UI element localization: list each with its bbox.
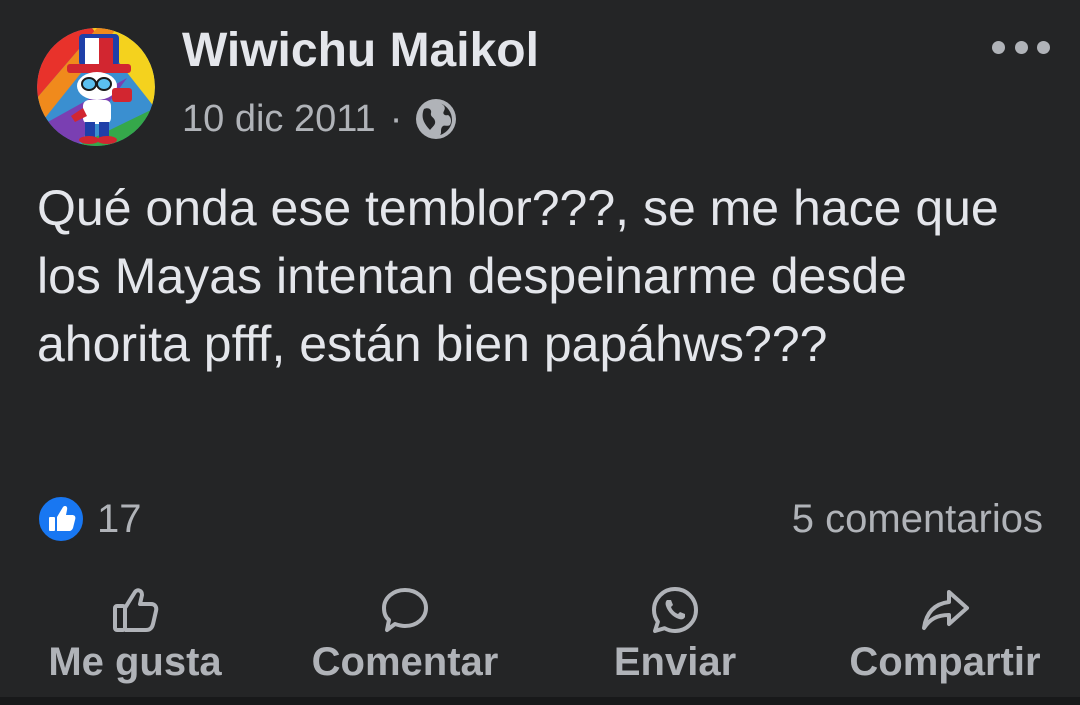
comment-button[interactable]: Comentar [270, 580, 540, 690]
reactions-summary[interactable]: 17 [37, 494, 142, 544]
share-button[interactable]: Compartir [810, 580, 1080, 690]
meta-separator: · [389, 97, 403, 140]
like-count: 17 [97, 496, 142, 541]
more-dot-icon [992, 40, 1005, 54]
more-dot-icon [1037, 40, 1050, 54]
thumbs-up-icon [109, 584, 161, 636]
comment-label: Comentar [311, 640, 499, 684]
author-name[interactable]: Wiwichu Maikol [182, 22, 539, 80]
avatar[interactable] [37, 28, 155, 146]
post-card: Wiwichu Maikol 10 dic 2011 · Qué onda es… [0, 0, 1080, 697]
share-arrow-icon [919, 584, 971, 636]
whatsapp-icon [649, 584, 701, 636]
like-button[interactable]: Me gusta [0, 580, 270, 690]
send-button[interactable]: Enviar [540, 580, 810, 690]
post-meta: 10 dic 2011 · [182, 95, 458, 143]
comments-count[interactable]: 5 comentarios [792, 494, 1043, 544]
share-label: Compartir [849, 640, 1041, 684]
globe-icon [414, 97, 458, 141]
more-options-button[interactable] [992, 36, 1050, 58]
post-text: Qué onda ese temblor???, se me hace que … [37, 180, 999, 372]
avatar-image [37, 28, 155, 146]
comment-bubble-icon [379, 584, 431, 636]
like-reaction-icon [37, 495, 85, 543]
post-date[interactable]: 10 dic 2011 [182, 98, 376, 141]
more-dot-icon [1014, 40, 1028, 54]
like-label: Me gusta [48, 640, 222, 684]
action-bar: Me gusta Comentar Enviar Compartir [0, 580, 1080, 690]
bottom-divider [0, 697, 1080, 705]
send-label: Enviar [613, 640, 737, 684]
